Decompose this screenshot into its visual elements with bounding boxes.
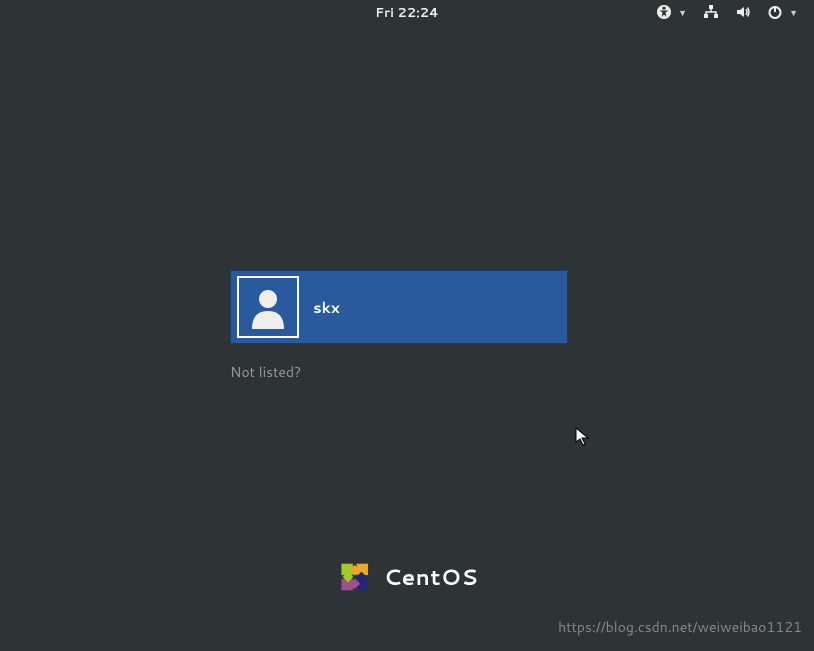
power-icon <box>767 4 783 20</box>
volume-icon[interactable] <box>735 4 751 20</box>
top-panel: Fri 22:24 ▼ ▼ <box>0 0 814 28</box>
not-listed-link[interactable]: Not listed? <box>230 362 568 382</box>
status-area: ▼ ▼ <box>656 4 798 20</box>
mouse-cursor <box>575 427 591 453</box>
chevron-down-icon: ▼ <box>678 6 687 19</box>
clock[interactable]: Fri 22:24 <box>375 4 439 22</box>
chevron-down-icon: ▼ <box>789 6 798 19</box>
user-avatar <box>237 276 299 338</box>
login-panel: skx Not listed? <box>230 270 568 382</box>
power-menu[interactable]: ▼ <box>767 4 798 20</box>
centos-logo-icon <box>336 558 374 596</box>
accessibility-menu[interactable]: ▼ <box>656 4 687 20</box>
accessibility-icon <box>656 4 672 20</box>
distro-brand: CentOS <box>336 558 479 596</box>
watermark-text: https://blog.csdn.net/weiweibao1121 <box>558 617 802 637</box>
network-icon[interactable] <box>703 4 719 20</box>
distro-name: CentOS <box>384 562 479 593</box>
user-list-item[interactable]: skx <box>230 270 568 344</box>
user-name-label: skx <box>313 297 340 318</box>
